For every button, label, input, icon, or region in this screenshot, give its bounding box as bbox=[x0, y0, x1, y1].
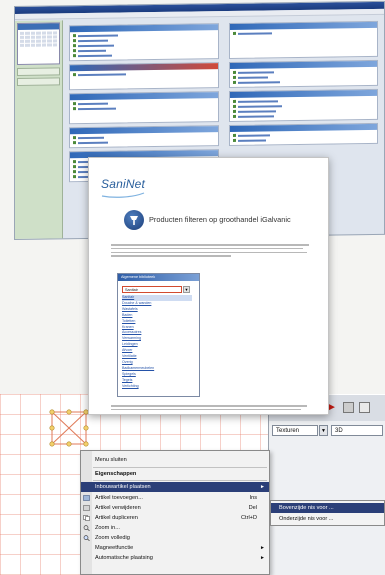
list-item[interactable]: Verlichting bbox=[122, 384, 192, 390]
menu-item-place-built-in[interactable]: Inbouwartikel plaatsen ► bbox=[81, 482, 269, 492]
dashboard-panel bbox=[228, 88, 378, 123]
logo-swoosh-icon bbox=[101, 192, 145, 198]
submenu-item-label: Onderzijde nis voor ... bbox=[279, 516, 334, 522]
calendar-widget[interactable] bbox=[17, 22, 60, 65]
print-icon[interactable] bbox=[343, 402, 354, 413]
menu-item-delete-article[interactable]: Artikel verwijderen Del bbox=[81, 503, 269, 513]
closing-paragraph bbox=[111, 405, 311, 413]
zoom-full-icon bbox=[83, 535, 90, 541]
menu-item-auto-placement[interactable]: Automatische plaatsing ► bbox=[81, 553, 269, 563]
properties-panel: Texturen ▼ 3D bbox=[268, 421, 385, 575]
submenu-arrow-icon: ► bbox=[260, 484, 265, 490]
chevron-down-icon[interactable]: ▼ bbox=[319, 425, 328, 436]
dashboard-panel bbox=[228, 20, 378, 60]
dashboard-panel bbox=[69, 23, 219, 62]
chevron-down-icon[interactable]: ▼ bbox=[183, 286, 190, 293]
menu-item-label: Magneetfunctie bbox=[95, 545, 134, 551]
saninet-logo: SaniNet bbox=[101, 177, 146, 191]
menu-item-magnet[interactable]: Magneetfunctie ► bbox=[81, 543, 269, 553]
library-dropdown-screenshot: Algemene biblioteek Sanitair ▼ Sanitair … bbox=[117, 273, 200, 397]
menu-item-label: Inbouwartikel plaatsen bbox=[95, 484, 151, 490]
view-icon[interactable] bbox=[359, 402, 370, 413]
zoom-in-icon bbox=[83, 525, 90, 531]
texture-combo[interactable]: Texturen bbox=[272, 425, 318, 436]
menu-item-label: Zoom in... bbox=[95, 525, 120, 531]
menu-item-shortcut: Ctrl+D bbox=[240, 515, 257, 521]
dropdown-header: Algemene biblioteek bbox=[118, 274, 199, 281]
menu-item-zoom-in[interactable]: Zoom in... bbox=[81, 523, 269, 533]
submenu-item-label: Bovenzijde nis voor ... bbox=[279, 505, 334, 511]
saninet-document: SaniNet Producten filteren op groothande… bbox=[88, 157, 329, 415]
sidebar-button[interactable] bbox=[17, 67, 60, 76]
menu-item-label: Artikel dupliceren bbox=[95, 515, 138, 521]
sidebar bbox=[15, 20, 63, 239]
library-options-list: Sanitair Douche & wanden Wastafels Baden… bbox=[122, 295, 192, 390]
dashboard-panel bbox=[69, 125, 219, 149]
library-select[interactable]: Sanitair bbox=[122, 286, 182, 293]
dashboard-panel bbox=[69, 91, 219, 125]
delete-article-icon bbox=[83, 505, 90, 511]
menu-item-duplicate-article[interactable]: Artikel dupliceren Ctrl+D bbox=[81, 513, 269, 523]
submenu-item-top-niche[interactable]: Bovenzijde nis voor ... bbox=[271, 503, 384, 513]
view-mode-combo-value: 3D bbox=[335, 428, 343, 434]
menu-item-label: Automatische plaatsing bbox=[95, 555, 153, 561]
library-select-value: Sanitair bbox=[125, 288, 138, 292]
texture-combo-value: Texturen bbox=[276, 428, 300, 434]
menu-item-label: Artikel toevoegen... bbox=[95, 495, 143, 501]
dashboard-panel bbox=[69, 62, 219, 91]
menu-item-shortcut: Ins bbox=[249, 495, 257, 501]
submenu-arrow-icon: ► bbox=[260, 545, 265, 551]
menu-item-close[interactable]: Menu sluiten bbox=[81, 455, 269, 465]
sidebar-button[interactable] bbox=[17, 77, 60, 86]
menu-item-label: Artikel verwijderen bbox=[95, 505, 141, 511]
add-article-icon bbox=[83, 495, 90, 501]
context-submenu: Bovenzijde nis voor ... Onderzijde nis v… bbox=[270, 500, 385, 526]
faucet-emblem-icon bbox=[124, 210, 144, 230]
submenu-arrow-icon: ► bbox=[260, 555, 265, 561]
menu-item-label: Zoom volledig bbox=[95, 535, 130, 541]
selected-block-object[interactable] bbox=[48, 408, 90, 448]
menu-item-add-article[interactable]: Artikel toevoegen... Ins bbox=[81, 493, 269, 503]
menu-item-shortcut: Del bbox=[248, 505, 257, 511]
document-heading: Producten filteren op groothandel iGalva… bbox=[149, 215, 291, 224]
menu-item-label: Menu sluiten bbox=[95, 457, 127, 463]
dashboard-panel bbox=[228, 122, 378, 147]
menu-item-properties[interactable]: Eigenschappen bbox=[81, 469, 269, 479]
context-menu: Menu sluiten Eigenschappen Inbouwartikel… bbox=[80, 450, 270, 575]
submenu-item-bottom-niche[interactable]: Onderzijde nis voor ... bbox=[271, 514, 384, 524]
dashboard-panel bbox=[228, 59, 378, 89]
menu-item-zoom-full[interactable]: Zoom volledig bbox=[81, 533, 269, 543]
view-mode-combo[interactable]: 3D bbox=[331, 425, 383, 436]
menu-item-label: Eigenschappen bbox=[95, 471, 137, 477]
duplicate-article-icon bbox=[83, 515, 90, 521]
intro-paragraph bbox=[111, 244, 311, 259]
